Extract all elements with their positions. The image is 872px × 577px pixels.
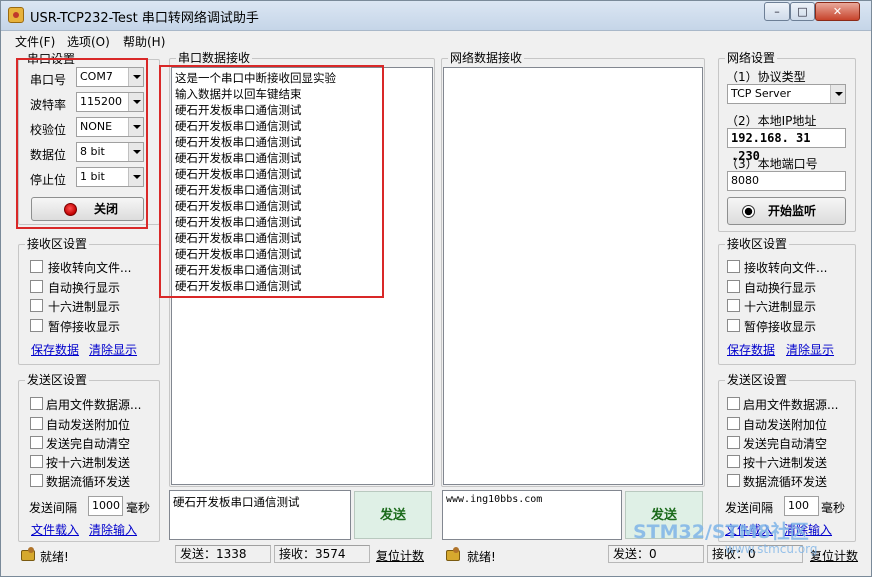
protocol-select[interactable]: TCP Server xyxy=(727,84,846,104)
title-bar: USR-TCP232-Test 串口转网络调试助手 – □ ✕ xyxy=(1,1,871,31)
recv-to-file-label: 接收转向文件... xyxy=(744,261,828,275)
checkbox[interactable] xyxy=(30,417,43,430)
auto-wrap-label: 自动换行显示 xyxy=(744,281,817,295)
save-data-link[interactable]: 保存数据 xyxy=(727,341,775,358)
checkbox[interactable] xyxy=(727,260,740,273)
checkbox[interactable] xyxy=(30,474,43,487)
checkbox[interactable] xyxy=(30,455,43,468)
checkbox[interactable] xyxy=(727,319,740,332)
interval-input[interactable]: 1000 xyxy=(88,496,123,516)
recv-count-left: 接收：3574 xyxy=(274,545,370,563)
serial-recv-title: 串口数据接收 xyxy=(176,51,253,65)
minimize-button[interactable]: – xyxy=(764,2,790,21)
file-load-link[interactable]: 文件载入 xyxy=(31,521,79,538)
checkbox[interactable] xyxy=(727,417,740,430)
recv-to-file-label: 接收转向文件... xyxy=(48,261,132,275)
hex-display-label: 十六进制显示 xyxy=(48,300,121,314)
reset-count-left[interactable]: 复位计数 xyxy=(376,547,424,564)
interval-input[interactable]: 100 xyxy=(784,496,819,516)
interval-unit: 毫秒 xyxy=(126,501,151,515)
sent-count-right: 发送：0 xyxy=(608,545,704,563)
checkbox[interactable] xyxy=(30,397,43,410)
highlight-serial-settings xyxy=(16,58,148,229)
checkbox[interactable] xyxy=(727,299,740,312)
file-source-label: 启用文件数据源... xyxy=(743,398,839,412)
serial-send-button[interactable]: 发送 xyxy=(354,491,432,539)
net-recv-textarea[interactable] xyxy=(443,67,703,485)
serial-send-input[interactable]: 硬石开发板串口通信测试 xyxy=(169,490,351,540)
auto-append-label: 自动发送附加位 xyxy=(743,418,828,432)
menu-options[interactable]: 选项(O) xyxy=(67,33,110,50)
checkbox[interactable] xyxy=(30,319,43,332)
status-ready-right: 就绪! xyxy=(467,550,496,564)
loop-send-label: 数据流循环发送 xyxy=(743,475,828,489)
chevron-down-icon xyxy=(830,85,845,103)
checkbox[interactable] xyxy=(727,397,740,410)
protocol-label: （1）协议类型 xyxy=(726,70,806,84)
pause-display-label: 暂停接收显示 xyxy=(48,320,121,334)
status-icon xyxy=(445,547,461,561)
status-icon xyxy=(20,547,36,561)
maximize-button[interactable]: □ xyxy=(790,2,815,21)
menu-bar: 文件(F) 选项(O) 帮助(H) xyxy=(1,31,871,49)
menu-file[interactable]: 文件(F) xyxy=(15,33,55,50)
net-recv-settings-title: 接收区设置 xyxy=(725,237,790,251)
listen-button[interactable]: 开始监听 xyxy=(727,197,846,225)
auto-clear-label: 发送完自动清空 xyxy=(46,437,131,451)
checkbox[interactable] xyxy=(30,436,43,449)
checkbox[interactable] xyxy=(30,280,43,293)
ip-label: （2）本地IP地址 xyxy=(726,114,817,128)
auto-clear-label: 发送完自动清空 xyxy=(743,437,828,451)
hex-send-label: 按十六进制发送 xyxy=(46,456,131,470)
menu-help[interactable]: 帮助(H) xyxy=(123,33,165,50)
file-source-label: 启用文件数据源... xyxy=(46,398,142,412)
listen-label: 开始监听 xyxy=(768,204,817,218)
net-recv-title: 网络数据接收 xyxy=(448,51,525,65)
checkbox[interactable] xyxy=(727,280,740,293)
net-send-settings-title: 发送区设置 xyxy=(725,373,790,387)
window-title: USR-TCP232-Test 串口转网络调试助手 xyxy=(30,11,259,26)
interval-unit: 毫秒 xyxy=(821,501,846,515)
watermark-logo: STM32/STM8社区 xyxy=(633,521,809,543)
protocol-value: TCP Server xyxy=(731,87,791,100)
app-icon xyxy=(8,7,24,23)
app-window: USR-TCP232-Test 串口转网络调试助手 – □ ✕ 文件(F) 选项… xyxy=(0,0,872,577)
checkbox[interactable] xyxy=(30,299,43,312)
serial-recv-settings-title: 接收区设置 xyxy=(25,237,90,251)
serial-send-settings-title: 发送区设置 xyxy=(25,373,90,387)
highlight-serial-recv xyxy=(159,65,384,298)
hex-send-label: 按十六进制发送 xyxy=(743,456,828,470)
checkbox[interactable] xyxy=(727,455,740,468)
checkbox[interactable] xyxy=(727,436,740,449)
auto-wrap-label: 自动换行显示 xyxy=(48,281,121,295)
clear-display-link[interactable]: 清除显示 xyxy=(89,341,137,358)
checkbox[interactable] xyxy=(30,260,43,273)
sent-count-left: 发送：1338 xyxy=(175,545,271,563)
status-led-icon xyxy=(742,205,755,218)
pause-display-label: 暂停接收显示 xyxy=(744,320,817,334)
clear-display-link[interactable]: 清除显示 xyxy=(786,341,834,358)
clear-input-link[interactable]: 清除输入 xyxy=(89,521,137,538)
close-window-button[interactable]: ✕ xyxy=(815,2,860,21)
save-data-link[interactable]: 保存数据 xyxy=(31,341,79,358)
interval-label: 发送间隔 xyxy=(29,501,78,515)
local-port-label: （3）本地端口号 xyxy=(726,157,818,171)
status-ready-left: 就绪! xyxy=(40,550,69,564)
net-settings-title: 网络设置 xyxy=(725,51,778,65)
interval-label: 发送间隔 xyxy=(725,501,774,515)
watermark-url: www.stmcu.org xyxy=(725,542,818,556)
loop-send-label: 数据流循环发送 xyxy=(46,475,131,489)
hex-display-label: 十六进制显示 xyxy=(744,300,817,314)
auto-append-label: 自动发送附加位 xyxy=(46,418,131,432)
ip-input[interactable]: 192.168. 31 .230 xyxy=(727,128,846,163)
net-send-input[interactable]: www.ing10bbs.com xyxy=(442,490,622,540)
checkbox[interactable] xyxy=(727,474,740,487)
local-port-input[interactable]: 8080 xyxy=(727,171,846,191)
